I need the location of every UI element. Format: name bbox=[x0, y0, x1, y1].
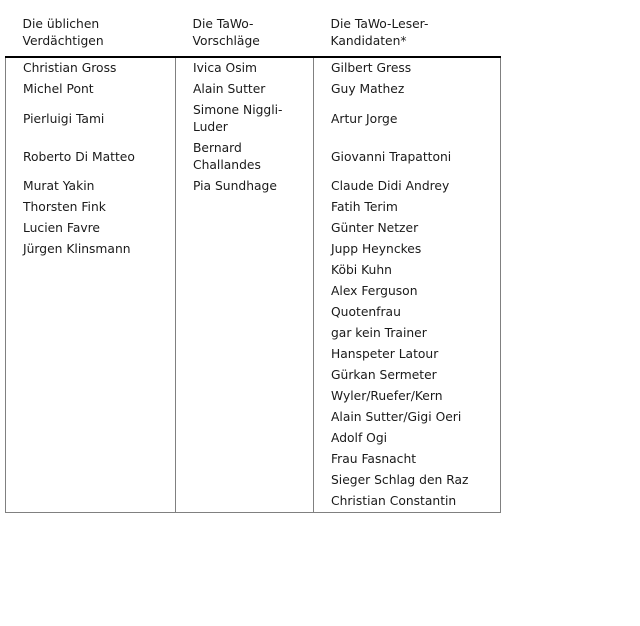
table-row: gar kein Trainer bbox=[5, 323, 501, 344]
table-cell bbox=[5, 386, 176, 407]
table-cell bbox=[175, 239, 314, 260]
table-cell: Christian Gross bbox=[5, 57, 176, 79]
table-cell: Günter Netzer bbox=[313, 218, 501, 239]
table-row: Christian Constantin bbox=[5, 491, 501, 513]
table-cell bbox=[175, 260, 314, 281]
table-row: Gürkan Sermeter bbox=[5, 365, 501, 386]
table-cell: Fatih Terim bbox=[313, 197, 501, 218]
table-cell: Claude Didi Andrey bbox=[313, 176, 501, 197]
table-cell: Gürkan Sermeter bbox=[313, 365, 501, 386]
table-cell bbox=[5, 449, 176, 470]
table-cell: Ivica Osim bbox=[175, 57, 314, 79]
table-cell: Adolf Ogi bbox=[313, 428, 501, 449]
column-header-tawo-reader-candidates: Die TaWo-Leser- Kandidaten* bbox=[313, 10, 501, 58]
table-cell: Jupp Heynckes bbox=[313, 239, 501, 260]
table-header: Die üblichen Verdächtigen Die TaWo- Vors… bbox=[5, 10, 501, 58]
table-cell: Sieger Schlag den Raz bbox=[313, 470, 501, 491]
table-cell bbox=[5, 302, 176, 323]
table-row: Sieger Schlag den Raz bbox=[5, 470, 501, 491]
table-cell: Alex Ferguson bbox=[313, 281, 501, 302]
column-header-tawo-proposals: Die TaWo- Vorschläge bbox=[175, 10, 314, 58]
table-row: Alex Ferguson bbox=[5, 281, 501, 302]
table-cell bbox=[175, 470, 314, 491]
table-cell: Christian Constantin bbox=[313, 491, 501, 513]
table-cell: Giovanni Trapattoni bbox=[313, 138, 501, 176]
table-cell: Michel Pont bbox=[5, 79, 176, 100]
candidates-table-container: Die üblichen Verdächtigen Die TaWo- Vors… bbox=[5, 10, 501, 513]
table-cell: Roberto Di Matteo bbox=[5, 138, 176, 176]
table-row: Frau Fasnacht bbox=[5, 449, 501, 470]
table-row: Adolf Ogi bbox=[5, 428, 501, 449]
table-row: Lucien Favre Günter Netzer bbox=[5, 218, 501, 239]
table-cell: Pia Sundhage bbox=[175, 176, 314, 197]
table-row: Pierluigi Tami Simone Niggli- Luder Artur … bbox=[5, 100, 501, 138]
table-cell bbox=[5, 344, 176, 365]
table-cell bbox=[175, 491, 314, 513]
table-cell: Murat Yakin bbox=[5, 176, 176, 197]
table-cell: Lucien Favre bbox=[5, 218, 176, 239]
table-cell bbox=[5, 491, 176, 513]
table-cell bbox=[175, 323, 314, 344]
table-cell: Alain Sutter/Gigi Oeri bbox=[313, 407, 501, 428]
table-cell bbox=[5, 470, 176, 491]
table-cell bbox=[5, 260, 176, 281]
header-row: Die üblichen Verdächtigen Die TaWo- Vors… bbox=[5, 10, 501, 58]
table-row: Wyler/Ruefer/Kern bbox=[5, 386, 501, 407]
table-row: Quotenfrau bbox=[5, 302, 501, 323]
table-cell bbox=[175, 449, 314, 470]
table-cell: Bernard Challandes bbox=[175, 138, 314, 176]
table-cell bbox=[175, 407, 314, 428]
column-header-usual-suspects: Die üblichen Verdächtigen bbox=[5, 10, 176, 58]
table-cell: Wyler/Ruefer/Kern bbox=[313, 386, 501, 407]
table-cell: Simone Niggli- Luder bbox=[175, 100, 314, 138]
table-row: Christian Gross Ivica Osim Gilbert Gress bbox=[5, 57, 501, 79]
table-cell bbox=[5, 281, 176, 302]
table-cell bbox=[175, 197, 314, 218]
table-row: Alain Sutter/Gigi Oeri bbox=[5, 407, 501, 428]
table-cell: Hanspeter Latour bbox=[313, 344, 501, 365]
table-cell: gar kein Trainer bbox=[313, 323, 501, 344]
table-row: Thorsten Fink Fatih Terim bbox=[5, 197, 501, 218]
table-cell bbox=[175, 281, 314, 302]
table-cell bbox=[175, 428, 314, 449]
table-cell bbox=[5, 407, 176, 428]
table-body: Christian Gross Ivica Osim Gilbert Gress Mi… bbox=[5, 57, 501, 513]
table-cell: Gilbert Gress bbox=[313, 57, 501, 79]
table-cell: Frau Fasnacht bbox=[313, 449, 501, 470]
table-cell bbox=[175, 365, 314, 386]
table-cell: Guy Mathez bbox=[313, 79, 501, 100]
table-cell: Artur Jorge bbox=[313, 100, 501, 138]
table-row: Murat Yakin Pia Sundhage Claude Didi Andre… bbox=[5, 176, 501, 197]
table-row: Michel Pont Alain Sutter Guy Mathez bbox=[5, 79, 501, 100]
table-cell bbox=[175, 218, 314, 239]
table-cell bbox=[5, 323, 176, 344]
table-row: Hanspeter Latour bbox=[5, 344, 501, 365]
table-cell bbox=[175, 386, 314, 407]
table-cell bbox=[5, 428, 176, 449]
table-cell bbox=[175, 344, 314, 365]
table-cell: Alain Sutter bbox=[175, 79, 314, 100]
table-cell bbox=[5, 365, 176, 386]
table-row: Roberto Di Matteo Bernard Challandes Giova… bbox=[5, 138, 501, 176]
table-cell bbox=[175, 302, 314, 323]
table-cell: Thorsten Fink bbox=[5, 197, 176, 218]
table-cell: Quotenfrau bbox=[313, 302, 501, 323]
table-cell: Köbi Kuhn bbox=[313, 260, 501, 281]
candidates-table: Die üblichen Verdächtigen Die TaWo- Vors… bbox=[5, 10, 501, 513]
table-cell: Jürgen Klinsmann bbox=[5, 239, 176, 260]
page-root: Die üblichen Verdächtigen Die TaWo- Vors… bbox=[0, 0, 640, 626]
table-row: Jürgen Klinsmann Jupp Heynckes bbox=[5, 239, 501, 260]
table-row: Köbi Kuhn bbox=[5, 260, 501, 281]
table-cell: Pierluigi Tami bbox=[5, 100, 176, 138]
